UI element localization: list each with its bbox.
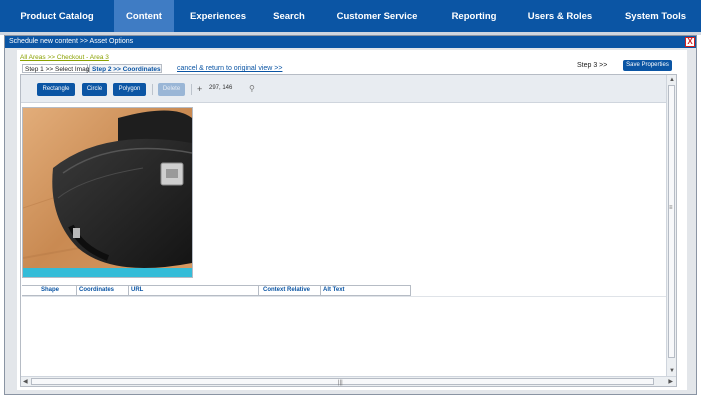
nav-experiences[interactable]: Experiences: [174, 0, 262, 32]
scroll-left-icon[interactable]: ◀: [23, 378, 28, 386]
toolbar-divider: [191, 84, 192, 95]
col-shape[interactable]: Shape: [22, 286, 77, 295]
vertical-scrollbar[interactable]: ▲ ≡ ▼: [666, 75, 676, 376]
scroll-down-icon[interactable]: ▼: [669, 367, 675, 375]
image-map-editor: Rectangle Circle Polygon Delete + 297, 1…: [20, 74, 677, 387]
pin-icon[interactable]: ⚲: [249, 84, 255, 94]
crosshair-icon: +: [197, 84, 203, 94]
coordinate-readout: 297, 146: [209, 85, 233, 91]
tab-step2-coordinates[interactable]: Step 2 >> Coordinates: [89, 64, 162, 73]
horizontal-scrollbar[interactable]: ◀ ||| ▶: [21, 376, 676, 386]
table-divider: [22, 296, 668, 297]
horizontal-scroll-thumb[interactable]: |||: [31, 378, 654, 386]
col-context-relative[interactable]: Context Relative: [259, 286, 321, 295]
shape-toolbar: Rectangle Circle Polygon Delete + 297, 1…: [21, 75, 666, 103]
toolbar-divider: [152, 84, 153, 95]
nav-customer-service[interactable]: Customer Service: [316, 0, 438, 32]
save-properties-button[interactable]: Save Properties: [623, 60, 672, 71]
delete-button[interactable]: Delete: [158, 83, 185, 96]
nav-search[interactable]: Search: [262, 0, 316, 32]
cancel-return-link[interactable]: cancel & return to original view >>: [177, 65, 282, 72]
polygon-button[interactable]: Polygon: [113, 83, 146, 96]
col-coordinates[interactable]: Coordinates: [77, 286, 129, 295]
dialog-title: Schedule new content >> Asset Options: [5, 36, 696, 48]
scroll-up-icon[interactable]: ▲: [669, 76, 675, 84]
close-icon[interactable]: X: [685, 37, 695, 47]
circle-button[interactable]: Circle: [82, 83, 107, 96]
breadcrumb[interactable]: All Areas >> Checkout - Area 3: [20, 54, 109, 61]
briefcase-photo: [23, 108, 192, 277]
asset-image[interactable]: [22, 107, 193, 278]
grip-icon: |||: [338, 380, 343, 386]
top-nav: Product Catalog Content Experiences Sear…: [0, 0, 701, 32]
dialog-body: All Areas >> Checkout - Area 3 Step 1 >>…: [17, 50, 687, 390]
col-alt-text[interactable]: Alt Text: [321, 286, 411, 295]
nav-users-roles[interactable]: Users & Roles: [510, 0, 610, 32]
rectangle-button[interactable]: Rectangle: [37, 83, 75, 96]
tab-step1-select-image[interactable]: Step 1 >> Select Image: [22, 64, 93, 73]
col-url[interactable]: URL: [129, 286, 259, 295]
nav-product-catalog[interactable]: Product Catalog: [0, 0, 114, 32]
asset-options-dialog: Schedule new content >> Asset Options X …: [4, 35, 697, 395]
scroll-right-icon[interactable]: ▶: [668, 378, 673, 386]
grip-icon: ≡: [669, 205, 673, 211]
nav-reporting[interactable]: Reporting: [438, 0, 510, 32]
hotspot-table-header: Shape Coordinates URL Context Relative A…: [22, 285, 668, 297]
step3-label[interactable]: Step 3 >>: [577, 62, 607, 69]
nav-system-tools[interactable]: System Tools: [610, 0, 701, 32]
vertical-scroll-thumb[interactable]: ≡: [668, 85, 675, 358]
nav-content[interactable]: Content: [114, 0, 174, 32]
